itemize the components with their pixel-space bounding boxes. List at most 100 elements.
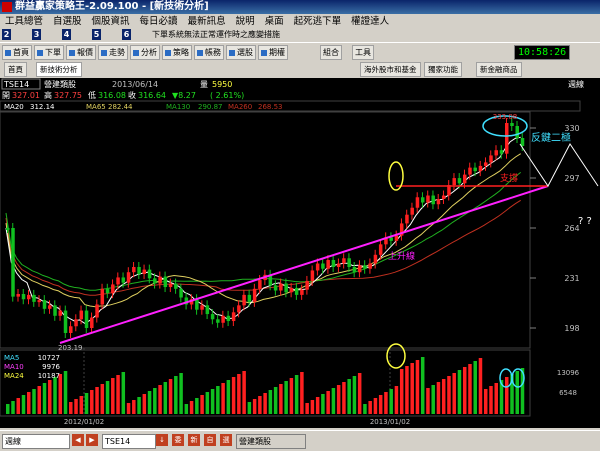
toolbar-button-6[interactable]: 帳務: [194, 45, 224, 60]
volume-bar: [174, 376, 178, 414]
toolbar-button-8[interactable]: 期權: [258, 45, 288, 60]
volume-bar: [305, 403, 309, 414]
candle-body: [216, 319, 220, 323]
tool-icon-5[interactable]: 選: [220, 434, 232, 446]
tool-icon-3[interactable]: 新: [188, 434, 200, 446]
volume-bar: [347, 379, 351, 414]
toolbar-button-5[interactable]: 策略: [162, 45, 192, 60]
toolbar-button-7[interactable]: 選股: [226, 45, 256, 60]
candle-body: [494, 150, 498, 156]
candle-body: [378, 244, 383, 255]
feature-button-0[interactable]: 海外股市和基金: [360, 62, 421, 77]
menu-item-2[interactable]: 個股資訊: [87, 14, 135, 29]
feature-button-1[interactable]: 獨家功能: [424, 62, 462, 77]
nav-first-icon[interactable]: ◀: [72, 434, 84, 446]
volume-bar: [384, 392, 388, 414]
candle-body: [326, 260, 330, 269]
toolbar-button-label: 下單: [45, 48, 61, 57]
candle-body: [394, 235, 399, 241]
chart-header-bg: [0, 78, 600, 90]
volume-value: 5950: [212, 80, 232, 89]
volume-bar: [263, 393, 267, 414]
candle-body: [90, 317, 94, 328]
toolbar-icon: [5, 49, 11, 56]
chart-area[interactable]: TSE14 營建類股 2013/06/14 量 5950 週線開 327.01 高 327.75…: [0, 78, 600, 428]
close-value: 316.64: [138, 91, 166, 100]
vol-ma24-value: 10187: [38, 372, 60, 380]
candle-body: [163, 276, 168, 288]
volume-bar: [310, 400, 315, 414]
secondary-toolbar: 首頁 新技術分析 海外股市和基金 獨家功能 新金融商品: [0, 61, 600, 78]
menu-item-3[interactable]: 每日必讀: [135, 14, 183, 29]
toolbar-button-4[interactable]: 分析: [130, 45, 160, 60]
volume-bar: [426, 388, 430, 414]
workspace-tab-1[interactable]: 3: [32, 29, 41, 40]
candle-body: [305, 280, 309, 290]
toolbar-button-0[interactable]: 首頁: [2, 45, 32, 60]
candle-body: [242, 294, 246, 306]
vol-ma5-label: MA5: [4, 354, 19, 362]
candle-body: [347, 258, 351, 267]
price-tick: 297: [564, 174, 579, 183]
workspace-tab-0[interactable]: 2: [2, 29, 11, 40]
volume-bar: [441, 379, 446, 414]
menu-item-5[interactable]: 說明: [231, 14, 260, 29]
toolbar-button-3[interactable]: 走勢: [98, 45, 128, 60]
date-tick: 2013/01/02: [370, 418, 410, 426]
volume-bar: [268, 390, 273, 414]
feature-button-2[interactable]: 新金融商品: [476, 62, 522, 77]
change-pct: ( 2.61%): [210, 91, 244, 100]
candle-body: [84, 310, 89, 328]
volume-bar: [462, 367, 467, 414]
volume-bar: [189, 401, 194, 414]
tool-icon-2[interactable]: 委: [172, 434, 184, 446]
menu-item-7[interactable]: 起死逃下單: [289, 14, 347, 29]
toolbar-button-1[interactable]: 下單: [34, 45, 64, 60]
technical-chart[interactable]: TSE14 營建類股 2013/06/14 量 5950 週線開 327.01 高 327.75…: [0, 78, 600, 428]
ma20-value: 312.14: [30, 103, 55, 111]
toolbar-button-label: 報價: [77, 48, 93, 57]
symbol-input[interactable]: TSE14: [102, 434, 156, 449]
menu-item-1[interactable]: 自選股: [48, 14, 87, 29]
workspace-tab-2[interactable]: 4: [62, 29, 71, 40]
toolbar-icon: [69, 49, 75, 56]
volume-bar: [363, 404, 367, 414]
tool-icon-4[interactable]: 自: [204, 434, 216, 446]
menu-item-6[interactable]: 桌面: [260, 14, 289, 29]
candle-body: [179, 288, 183, 298]
tab-home[interactable]: 首頁: [4, 62, 27, 77]
app-icon: [2, 2, 12, 12]
nav-last-icon[interactable]: ▶: [86, 434, 98, 446]
candle-body: [457, 178, 462, 184]
notice-link[interactable]: 下單系統無法正常運作時之應變措施: [152, 29, 280, 40]
menu-item-8[interactable]: 權證達人: [346, 14, 394, 29]
volume-bar: [326, 391, 330, 414]
period-select[interactable]: 週線: [2, 434, 70, 449]
candle-body: [27, 294, 31, 300]
toolbar-icon: [261, 49, 267, 56]
volume-bar: [289, 378, 294, 414]
workspace-tab-3[interactable]: 5: [92, 29, 101, 40]
open-label: 開: [2, 91, 10, 100]
status-bar: 週線 ◀ ▶ TSE14 ↓ 委 新 自 選 營建類股: [0, 430, 600, 451]
menu-item-4[interactable]: 最新訊息: [183, 14, 231, 29]
volume-bar: [315, 397, 320, 414]
tool-icon-1[interactable]: ↓: [156, 434, 168, 446]
tab-technical-analysis[interactable]: 新技術分析: [36, 62, 82, 77]
volume-bar: [273, 387, 278, 414]
toolbar-right-button-0[interactable]: 組合: [320, 45, 342, 60]
candle-body: [462, 174, 467, 184]
volume-label: 量: [200, 80, 208, 89]
candle-body: [483, 162, 488, 166]
candle-body: [431, 195, 435, 205]
menu-item-0[interactable]: 工具總管: [0, 14, 48, 29]
toolbar-button-2[interactable]: 報價: [66, 45, 96, 60]
workspace-tab-4[interactable]: 6: [122, 29, 131, 40]
candle-body: [195, 299, 199, 310]
vol-ma10-label: MA10: [4, 363, 24, 371]
high-label: 高: [44, 90, 52, 100]
candle-body: [210, 314, 215, 320]
candle-body: [147, 269, 152, 279]
candle-body: [142, 269, 147, 274]
toolbar-right-button-1[interactable]: 工具: [352, 45, 374, 60]
